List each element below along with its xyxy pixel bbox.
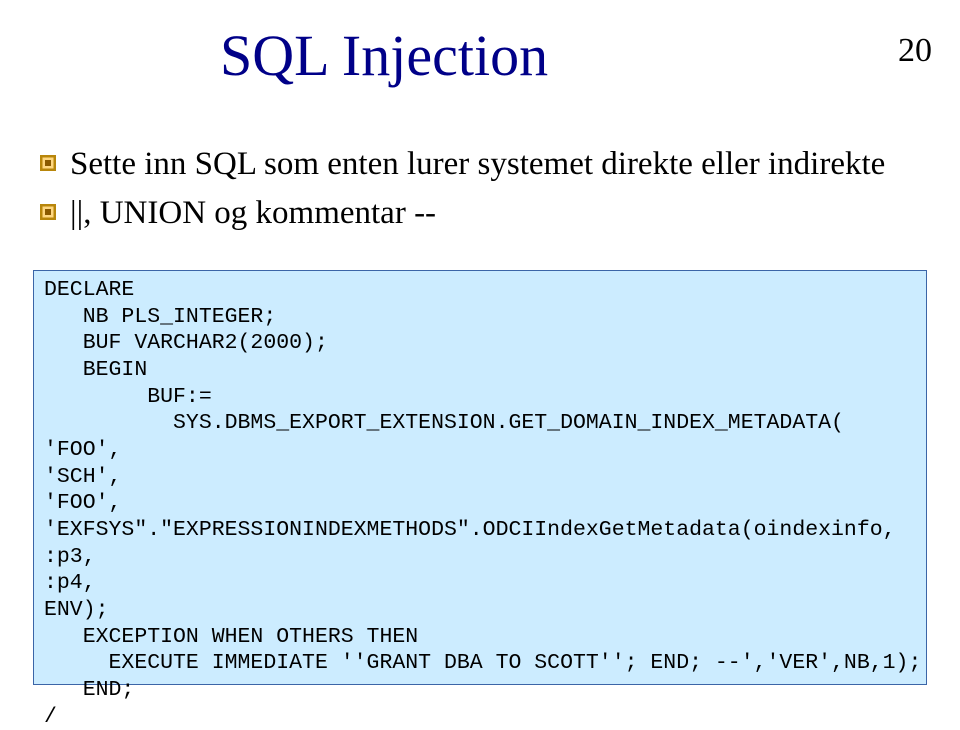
slide-title: SQL Injection xyxy=(220,22,960,89)
bullet-text: Sette inn SQL som enten lurer systemet d… xyxy=(70,143,885,186)
bullet-item: ||, UNION og kommentar -- xyxy=(40,192,960,235)
code-content: DECLARE NB PLS_INTEGER; BUF VARCHAR2(200… xyxy=(44,277,916,730)
bullet-list: Sette inn SQL som enten lurer systemet d… xyxy=(40,143,960,235)
bullet-item: Sette inn SQL som enten lurer systemet d… xyxy=(40,143,960,186)
page-number: 20 xyxy=(898,32,932,70)
code-block: DECLARE NB PLS_INTEGER; BUF VARCHAR2(200… xyxy=(33,270,927,685)
bullet-icon xyxy=(40,204,56,220)
bullet-text: ||, UNION og kommentar -- xyxy=(70,192,436,235)
bullet-icon xyxy=(40,155,56,171)
